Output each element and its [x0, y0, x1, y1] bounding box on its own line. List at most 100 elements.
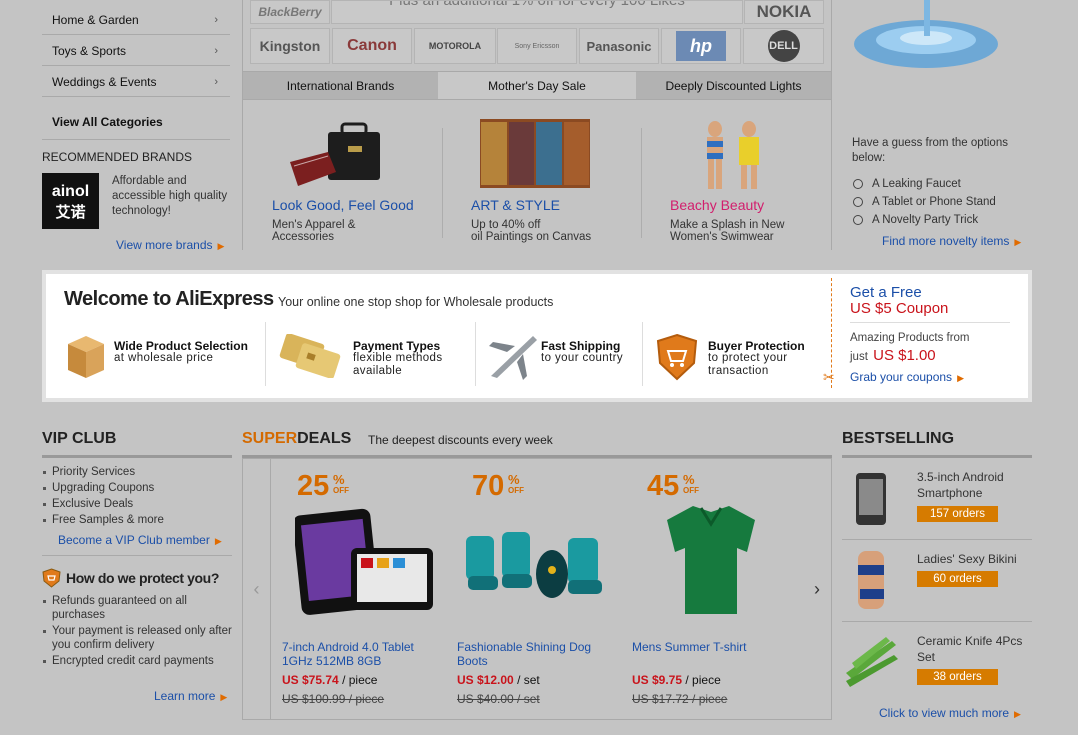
knife-set-image[interactable] — [842, 633, 902, 691]
tab-deeply-discounted-lights[interactable]: Deeply Discounted Lights — [636, 71, 831, 100]
bikini-image[interactable] — [848, 549, 894, 611]
promo-title-look-good[interactable]: Look Good, Feel Good — [272, 197, 414, 213]
likes-banner-text: Plus an additional 1% off for every 100 … — [389, 0, 685, 9]
tablet-image[interactable] — [292, 508, 433, 616]
bestselling-name[interactable]: Ladies' Sexy Bikini — [917, 551, 1032, 567]
promo-sub: Make a Splash in New — [670, 219, 785, 231]
coupon-line1[interactable]: Get a Free — [850, 284, 922, 301]
category-label: Home & Garden — [52, 12, 139, 27]
promo-sub: Up to 40% off — [471, 219, 541, 231]
coupon-line2[interactable]: US $5 Coupon — [850, 300, 948, 317]
category-home-garden[interactable]: Home & Garden › — [42, 5, 230, 35]
protect-item: Refunds guaranteed on all purchases — [43, 594, 232, 622]
carousel-next-button[interactable]: › — [803, 459, 831, 719]
deal-card[interactable]: 45 % OFF Mens Summer T-shirt US $9.75 / … — [621, 460, 796, 718]
brand-blackberry-label: BlackBerry — [258, 5, 322, 19]
arrow-right-icon: ▶ — [214, 536, 222, 546]
deal-price-value: US $75.74 — [282, 673, 339, 687]
bestselling-name[interactable]: Ceramic Knife 4Pcs Set — [917, 633, 1032, 665]
likes-banner[interactable]: Plus an additional 1% off for every 100 … — [331, 0, 743, 24]
briefcase-tie-image[interactable] — [288, 122, 388, 190]
promo-sub: Men's Apparel & — [272, 219, 356, 231]
grab-coupons-link[interactable]: Grab your coupons ▶ — [850, 370, 964, 384]
deal-original-price: US $17.72 / piece — [632, 692, 728, 706]
airplane-icon — [487, 332, 539, 380]
carousel-prev-button[interactable]: ‹ — [243, 459, 271, 719]
superdeals-super: SUPER — [242, 430, 298, 447]
tab-label: Mother's Day Sale — [488, 78, 586, 93]
dog-boots-image[interactable] — [464, 530, 606, 606]
radio-button[interactable] — [853, 197, 863, 207]
recommended-brands-heading: RECOMMENDED BRANDS — [42, 150, 193, 164]
deal-product-name[interactable]: 7-inch Android 4.0 Tablet 1GHz 512MB 8GB — [282, 640, 442, 668]
poll-option-1[interactable]: A Leaking Faucet — [853, 178, 961, 190]
vip-member-text[interactable]: Become a VIP Club member — [58, 533, 210, 547]
view-much-more-text[interactable]: Click to view much more — [879, 706, 1009, 720]
deal-product-name[interactable]: Mens Summer T-shirt — [632, 640, 792, 654]
category-toys-sports[interactable]: Toys & Sports › — [42, 36, 230, 66]
grab-coupons-text[interactable]: Grab your coupons — [850, 370, 952, 384]
coupon-divider — [850, 322, 1010, 323]
view-more-brands-link[interactable]: View more brands ▶ — [116, 238, 224, 252]
feature-title: Fast Shipping — [541, 339, 621, 353]
brand-hp[interactable]: hp — [661, 28, 741, 64]
deal-card[interactable]: 25 % OFF 7-inch Android 4.0 Tablet 1GHz … — [271, 460, 446, 718]
chevron-left-icon: ‹ — [253, 578, 260, 599]
bestselling-item[interactable]: Ceramic Knife 4Pcs Set 38 orders — [842, 623, 1032, 704]
brand-motorola[interactable]: MOTOROLA — [414, 28, 496, 64]
arrow-right-icon: ▶ — [220, 692, 228, 702]
vip-club-heading: VIP CLUB — [42, 430, 117, 447]
tshirt-image[interactable] — [665, 502, 757, 616]
vip-heading-rule — [42, 455, 232, 458]
tab-international-brands[interactable]: International Brands — [243, 71, 438, 100]
promo-divider — [641, 128, 642, 238]
poll-option-3[interactable]: A Novelty Party Trick — [853, 214, 978, 226]
brand-blackberry[interactable]: BlackBerry — [250, 0, 330, 24]
faucet-image[interactable] — [852, 0, 1002, 72]
deal-card[interactable]: 70 % OFF Fashionable Shining Dog Boots U… — [446, 460, 621, 718]
vip-member-link[interactable]: Become a VIP Club member ▶ — [58, 533, 222, 547]
promo-title-beachy-beauty[interactable]: Beachy Beauty — [670, 197, 764, 213]
promo-title-art-style[interactable]: ART & STYLE — [471, 197, 560, 213]
brand-canon[interactable]: Canon — [332, 28, 412, 64]
deal-original-price: US $100.99 / piece — [282, 692, 385, 706]
tab-label: International Brands — [286, 78, 395, 93]
radio-button[interactable] — [853, 179, 863, 189]
bestselling-item[interactable]: Ladies' Sexy Bikini 60 orders — [842, 541, 1032, 622]
view-all-categories-link[interactable]: View All Categories — [42, 104, 230, 140]
learn-more-text[interactable]: Learn more — [154, 689, 215, 703]
brand-dell[interactable]: DELL — [743, 28, 824, 64]
bestselling-item[interactable]: 3.5-inch Android Smartphone 157 orders — [842, 459, 1032, 540]
category-label: Weddings & Events — [52, 74, 157, 89]
category-weddings-events[interactable]: Weddings & Events › — [42, 67, 230, 97]
chevron-right-icon: › — [214, 13, 218, 26]
view-more-brands-text[interactable]: View more brands — [116, 238, 213, 252]
deal-product-name[interactable]: Fashionable Shining Dog Boots — [457, 640, 617, 668]
brand-nokia[interactable]: NOKIA — [744, 0, 824, 24]
tab-mothers-day-sale[interactable]: Mother's Day Sale — [438, 71, 636, 100]
promo-divider — [442, 128, 443, 238]
brand-sony-ericsson[interactable]: Sony Ericsson — [497, 28, 577, 64]
feature-sub: at wholesale price — [114, 352, 214, 364]
bestselling-name[interactable]: 3.5-inch Android Smartphone — [917, 469, 1032, 501]
feature-sub: to your country — [541, 352, 624, 364]
find-novelty-text[interactable]: Find more novelty items — [882, 234, 1009, 248]
feature-sub: flexible methods available — [353, 352, 443, 377]
arrow-right-icon: ▶ — [1014, 709, 1021, 719]
find-novelty-link[interactable]: Find more novelty items ▶ — [882, 234, 1021, 248]
art-paintings-image[interactable] — [480, 119, 590, 188]
deal-price: US $9.75 / piece — [632, 673, 721, 687]
poll-option-2[interactable]: A Tablet or Phone Stand — [853, 196, 996, 208]
radio-button[interactable] — [853, 215, 863, 225]
orders-badge: 38 orders — [917, 669, 998, 685]
ainol-logo[interactable]: ainol 艾诺 — [42, 173, 99, 229]
brand-kingston[interactable]: Kingston — [250, 28, 330, 64]
learn-more-link[interactable]: Learn more ▶ — [154, 689, 227, 703]
brand-panasonic[interactable]: Panasonic — [579, 28, 659, 64]
view-much-more-link[interactable]: Click to view much more ▶ — [879, 706, 1021, 720]
swimwear-image[interactable] — [697, 119, 779, 190]
discount-badge: 25 % OFF — [297, 470, 349, 503]
orders-badge: 157 orders — [917, 506, 998, 522]
smartphone-image[interactable] — [854, 471, 888, 527]
feature-divider — [642, 322, 643, 386]
